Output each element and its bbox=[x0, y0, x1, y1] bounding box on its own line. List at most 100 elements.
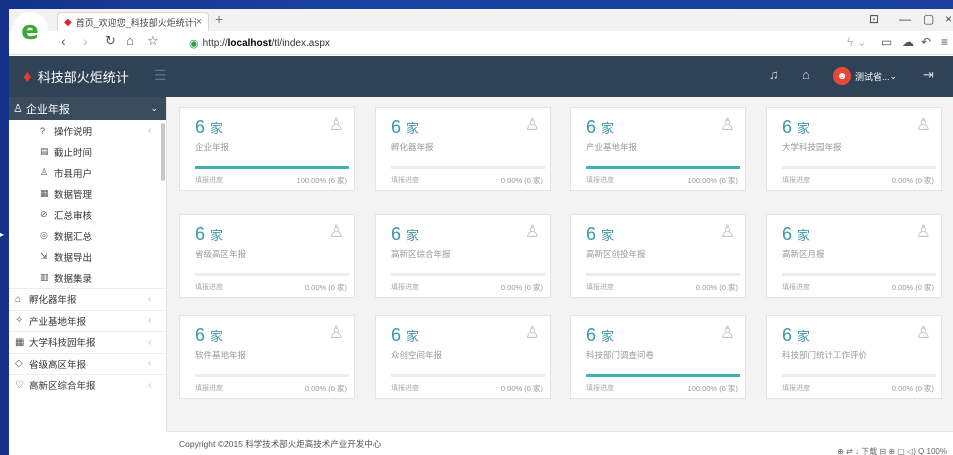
minimize-icon[interactable]: — bbox=[899, 12, 911, 26]
home-nav-icon[interactable]: ⌂ bbox=[802, 67, 810, 82]
sidebar-group[interactable]: ◇ 省级高区年报 ‹ bbox=[9, 352, 166, 375]
sidebar-item-label: 市县用户 bbox=[54, 168, 93, 180]
card-count: 6 家 bbox=[195, 117, 223, 138]
battery-icon[interactable]: ▭ bbox=[881, 35, 892, 49]
lightning-icon[interactable]: ϟ ⌄ bbox=[847, 35, 867, 49]
progress-track bbox=[195, 273, 349, 276]
sidebar-group[interactable]: ▦ 大学科技园年报 ‹ bbox=[9, 331, 166, 353]
new-tab-button[interactable]: + bbox=[215, 11, 223, 27]
favorite-star-icon[interactable]: ☆ bbox=[147, 33, 159, 49]
progress-label: 填报进度 bbox=[391, 385, 419, 392]
sidebar-group[interactable]: ⌂ 孵化器年报 ‹ bbox=[9, 288, 166, 310]
user-outline-icon: ♙ bbox=[915, 222, 931, 241]
logout-icon[interactable]: ⇥ bbox=[923, 67, 934, 83]
sidebar-item[interactable]: ♙ 市县用户 bbox=[9, 162, 166, 183]
stat-card[interactable]: 6 家 ♙ 省级高区年报 填报进度 0.00% (0 家) bbox=[179, 214, 355, 298]
progress-fill bbox=[195, 166, 349, 169]
progress-track bbox=[586, 273, 740, 276]
sidebar-group-label: 产业基地年报 bbox=[29, 316, 87, 328]
sidebar-group[interactable]: ♡ 高新区综合年报 ‹ bbox=[9, 374, 166, 396]
card-count: 6 家 bbox=[586, 117, 614, 138]
card-label: 省级高区年报 bbox=[195, 249, 247, 259]
sidebar-item[interactable]: ▦ 数据管理 bbox=[9, 183, 166, 204]
sidebar-item[interactable]: ◎ 数据汇总 bbox=[9, 225, 166, 246]
card-count-unit: 家 bbox=[601, 329, 615, 344]
sidebar-group[interactable]: ✧ 产业基地年报 ‹ bbox=[9, 309, 166, 332]
progress-track bbox=[391, 374, 545, 377]
cloud-icon[interactable]: ☁ bbox=[902, 35, 914, 49]
app-title: 科技部火炬统计 bbox=[37, 70, 129, 85]
check-circle-icon: ⊘ bbox=[40, 209, 48, 219]
progress-label: 填报进度 bbox=[391, 177, 419, 184]
close-tab-icon[interactable]: × bbox=[196, 16, 202, 28]
sidebar-group-label: 高新区综合年报 bbox=[29, 381, 96, 393]
card-label: 科技部门统计工作评价 bbox=[782, 350, 868, 360]
sidebar-group-label: 孵化器年报 bbox=[29, 295, 77, 307]
export-icon: ⇲ bbox=[40, 251, 48, 261]
sidebar-toggle-icon[interactable]: ☰ bbox=[154, 67, 167, 84]
card-label: 孵化器年报 bbox=[391, 142, 434, 152]
stat-card[interactable]: 6 家 ♙ 大学科技园年报 填报进度 0.00% (0 家) bbox=[766, 107, 942, 191]
card-count: 6 家 bbox=[195, 325, 223, 346]
back-icon[interactable]: ‹ bbox=[61, 33, 66, 49]
progress-label: 填报进度 bbox=[782, 385, 810, 392]
card-count-unit: 家 bbox=[797, 329, 811, 344]
card-count-unit: 家 bbox=[797, 121, 811, 136]
sidebar-item-label: 数据汇总 bbox=[54, 231, 93, 243]
stat-card[interactable]: 6 家 ♙ 产业基地年报 填报进度 100.00% (6 家) bbox=[570, 107, 746, 191]
progress-value: 0.00% (0 家) bbox=[500, 283, 543, 292]
browser-tab-bar: ◆ 首页_欢迎您_科技部火炬统计调查 × + ⊡ — ▢ × bbox=[9, 9, 953, 31]
sidebar-item[interactable]: ⇲ 数据导出 bbox=[9, 246, 166, 267]
stat-card[interactable]: 6 家 ♙ 孵化器年报 填报进度 0.00% (0 家) bbox=[375, 107, 551, 191]
sidebar-item[interactable]: ? 操作说明 ‹ bbox=[9, 120, 166, 141]
stat-card[interactable]: 6 家 ♙ 科技部门统计工作评价 填报进度 0.00% (0 家) bbox=[766, 315, 942, 399]
torch-logo-icon: ♦ bbox=[23, 66, 32, 86]
eye-icon: ◎ bbox=[40, 230, 48, 240]
stat-card[interactable]: 6 家 ♙ 科技部门调查问卷 填报进度 100.00% (6 家) bbox=[570, 315, 746, 399]
svg-text:e: e bbox=[21, 16, 39, 46]
progress-fill bbox=[586, 166, 740, 169]
bell-icon[interactable]: ♫ bbox=[769, 67, 779, 82]
document-icon: ▥ bbox=[40, 272, 49, 282]
stat-card[interactable]: 6 家 ♙ 软件基地年报 填报进度 0.00% (0 家) bbox=[179, 315, 355, 399]
undo-icon[interactable]: ↶ bbox=[921, 35, 931, 49]
sidebar-scrollbar[interactable] bbox=[161, 123, 165, 181]
desktop-edge-marker: ▸ bbox=[0, 230, 5, 239]
skin-icon[interactable]: ⊡ bbox=[869, 12, 879, 26]
sidebar-item[interactable]: ▥ 数据集录 bbox=[9, 267, 166, 288]
url-field[interactable]: ◉ http://localhost/tl/index.aspx bbox=[189, 34, 809, 52]
forward-icon[interactable]: › bbox=[83, 33, 88, 49]
sidebar-item[interactable]: ▤ 截止时间 bbox=[9, 141, 166, 162]
maximize-icon[interactable]: ▢ bbox=[923, 12, 934, 26]
chevron-left-icon: ‹ bbox=[148, 358, 152, 370]
card-count: 6 家 bbox=[391, 117, 419, 138]
chevron-down-icon: ⌄ bbox=[889, 70, 898, 81]
stat-card[interactable]: 6 家 ♙ 高新区创投年报 填报进度 0.00% (0 家) bbox=[570, 214, 746, 298]
close-window-icon[interactable]: × bbox=[945, 12, 952, 26]
refresh-icon[interactable]: ↻ bbox=[105, 33, 116, 49]
sidebar-item-label: 汇总审核 bbox=[54, 210, 93, 222]
sidebar-item[interactable]: ⊘ 汇总审核 bbox=[9, 204, 166, 225]
browser-status-bar: ⊕ ⇄ ↓ 下载 ⊟ ⊕ ▢ ◁) Q 100% bbox=[837, 447, 947, 455]
card-label: 软件基地年报 bbox=[195, 350, 247, 360]
menu-icon[interactable]: ≡ bbox=[941, 35, 948, 49]
stat-card[interactable]: 6 家 ♙ 企业年报 填报进度 100.00% (6 家) bbox=[179, 107, 355, 191]
card-label: 企业年报 bbox=[195, 142, 230, 152]
progress-value: 0.00% (0 家) bbox=[695, 283, 738, 292]
stat-card[interactable]: 6 家 ♙ 高新区月报 填报进度 0.00% (0 家) bbox=[766, 214, 942, 298]
progress-value: 0.00% (0 家) bbox=[500, 176, 543, 185]
help-icon: ? bbox=[40, 125, 46, 136]
sidebar-group-active[interactable]: ♙ 企业年报 ⌄ bbox=[9, 97, 166, 120]
card-label: 高新区月报 bbox=[782, 249, 825, 259]
home-icon[interactable]: ⌂ bbox=[126, 33, 134, 48]
browser-logo-icon: e bbox=[12, 12, 48, 48]
user-outline-icon: ♙ bbox=[915, 115, 931, 134]
stat-card[interactable]: 6 家 ♙ 高新区综合年报 填报进度 0.00% (0 家) bbox=[375, 214, 551, 298]
card-count-unit: 家 bbox=[210, 228, 224, 243]
card-count-unit: 家 bbox=[406, 329, 420, 344]
progress-track bbox=[195, 374, 349, 377]
card-count-unit: 家 bbox=[406, 121, 420, 136]
browser-tab[interactable]: ◆ 首页_欢迎您_科技部火炬统计调查 × bbox=[57, 12, 209, 31]
user-menu[interactable]: ☻ 测试省... ⌄ bbox=[833, 64, 897, 88]
stat-card[interactable]: 6 家 ♙ 众创空间年报 填报进度 0.00% (0 家) bbox=[375, 315, 551, 399]
